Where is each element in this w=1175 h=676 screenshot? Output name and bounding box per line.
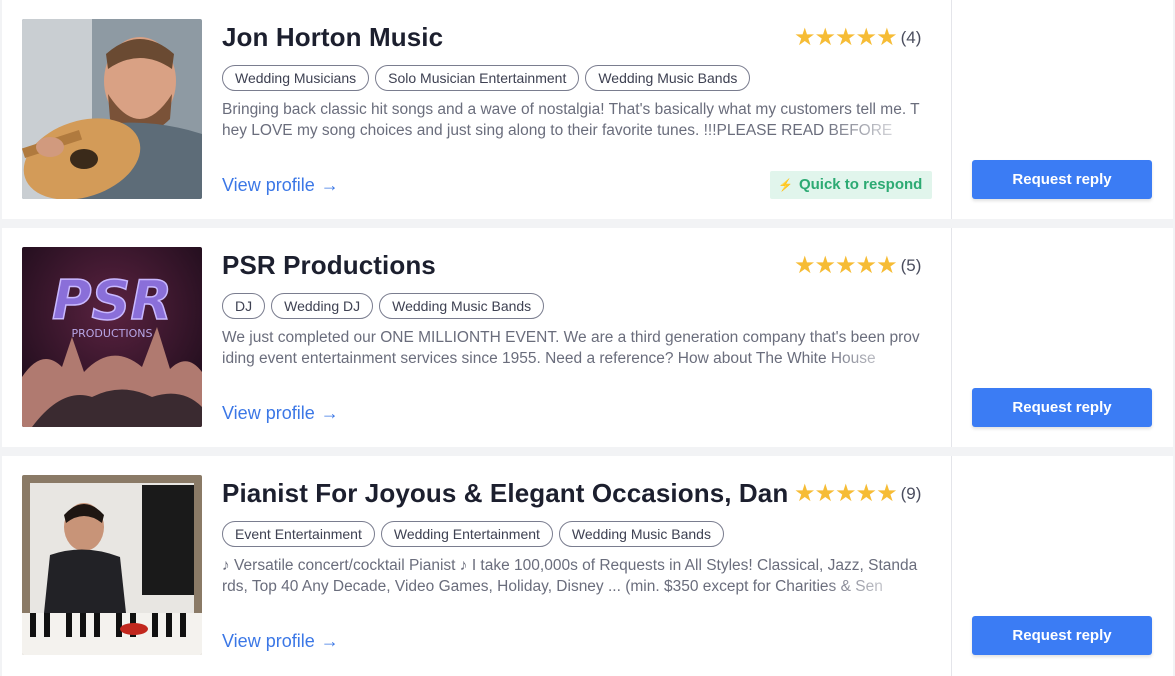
- lightning-bolt-icon: ⚡: [778, 178, 793, 192]
- description-fade: [822, 348, 922, 369]
- rating: ★★★★★ (9): [794, 481, 921, 507]
- view-profile-label: View profile: [222, 403, 315, 423]
- view-profile-label: View profile: [222, 175, 315, 195]
- request-reply-button[interactable]: Request reply: [972, 388, 1152, 427]
- description-fade: [822, 120, 922, 141]
- arrow-right-icon: →: [320, 631, 339, 651]
- profile-photo[interactable]: PSR PRODUCTIONS: [22, 247, 202, 427]
- vendor-description: ♪ Versatile concert/cocktail Pianist ♪ I…: [222, 557, 918, 595]
- category-tag: Wedding Entertainment: [380, 521, 553, 547]
- category-tag: Wedding Music Bands: [558, 521, 724, 547]
- listing-card: PSR PRODUCTIONS PSR Productions ★★★★★ (5…: [2, 228, 1173, 447]
- profile-photo[interactable]: [22, 475, 202, 655]
- review-count: (4): [900, 28, 922, 47]
- rating: ★★★★★ (5): [794, 253, 921, 279]
- request-reply-button[interactable]: Request reply: [972, 160, 1152, 199]
- listing-card: Jon Horton Music ★★★★★ (4) Wedding Music…: [2, 0, 1173, 219]
- description-fade: [822, 576, 922, 597]
- psr-logo-subtext: PRODUCTIONS: [72, 327, 153, 340]
- arrow-right-icon: →: [320, 403, 339, 423]
- star-rating-icon: ★★★★★: [794, 252, 898, 279]
- review-count: (5): [900, 256, 922, 275]
- pianist-photo: [22, 475, 202, 655]
- review-count: (9): [900, 484, 922, 503]
- column-divider: [951, 0, 952, 219]
- category-tag: Wedding Music Bands: [585, 65, 751, 91]
- vendor-name[interactable]: Jon Horton Music: [222, 22, 790, 53]
- vendor-description: Bringing back classic hit songs and a wa…: [222, 101, 920, 139]
- column-divider: [951, 456, 952, 676]
- view-profile-label: View profile: [222, 631, 315, 651]
- view-profile-link[interactable]: View profile →: [222, 175, 339, 196]
- column-divider: [951, 228, 952, 447]
- star-rating-icon: ★★★★★: [794, 24, 898, 51]
- category-tags: DJ Wedding DJ Wedding Music Bands: [222, 293, 545, 319]
- view-profile-link[interactable]: View profile →: [222, 403, 339, 424]
- badge-label: Quick to respond: [798, 176, 923, 193]
- vendor-name[interactable]: Pianist For Joyous & Elegant Occasions, …: [222, 478, 790, 509]
- psr-logo-text: PSR: [52, 269, 172, 332]
- arrow-right-icon: →: [320, 175, 339, 195]
- view-profile-link[interactable]: View profile →: [222, 631, 339, 652]
- listing-card: Pianist For Joyous & Elegant Occasions, …: [2, 456, 1173, 676]
- category-tag: Wedding DJ: [271, 293, 374, 319]
- rating: ★★★★★ (4): [794, 25, 921, 51]
- request-reply-button[interactable]: Request reply: [972, 616, 1152, 655]
- profile-photo[interactable]: [22, 19, 202, 199]
- category-tag: Wedding Music Bands: [379, 293, 545, 319]
- category-tag: Solo Musician Entertainment: [375, 65, 580, 91]
- vendor-name[interactable]: PSR Productions: [222, 250, 790, 281]
- category-tags: Event Entertainment Wedding Entertainmen…: [222, 521, 724, 547]
- category-tags: Wedding Musicians Solo Musician Entertai…: [222, 65, 751, 91]
- category-tag: Wedding Musicians: [222, 65, 370, 91]
- category-tag: Event Entertainment: [222, 521, 375, 547]
- guitarist-photo: [22, 19, 202, 199]
- vendor-description: We just completed our ONE MILLIONTH EVEN…: [222, 329, 920, 367]
- category-tag: DJ: [222, 293, 266, 319]
- psr-logo-photo: PSR PRODUCTIONS: [22, 247, 202, 427]
- quick-to-respond-badge: ⚡ Quick to respond: [770, 171, 933, 199]
- star-rating-icon: ★★★★★: [794, 480, 898, 507]
